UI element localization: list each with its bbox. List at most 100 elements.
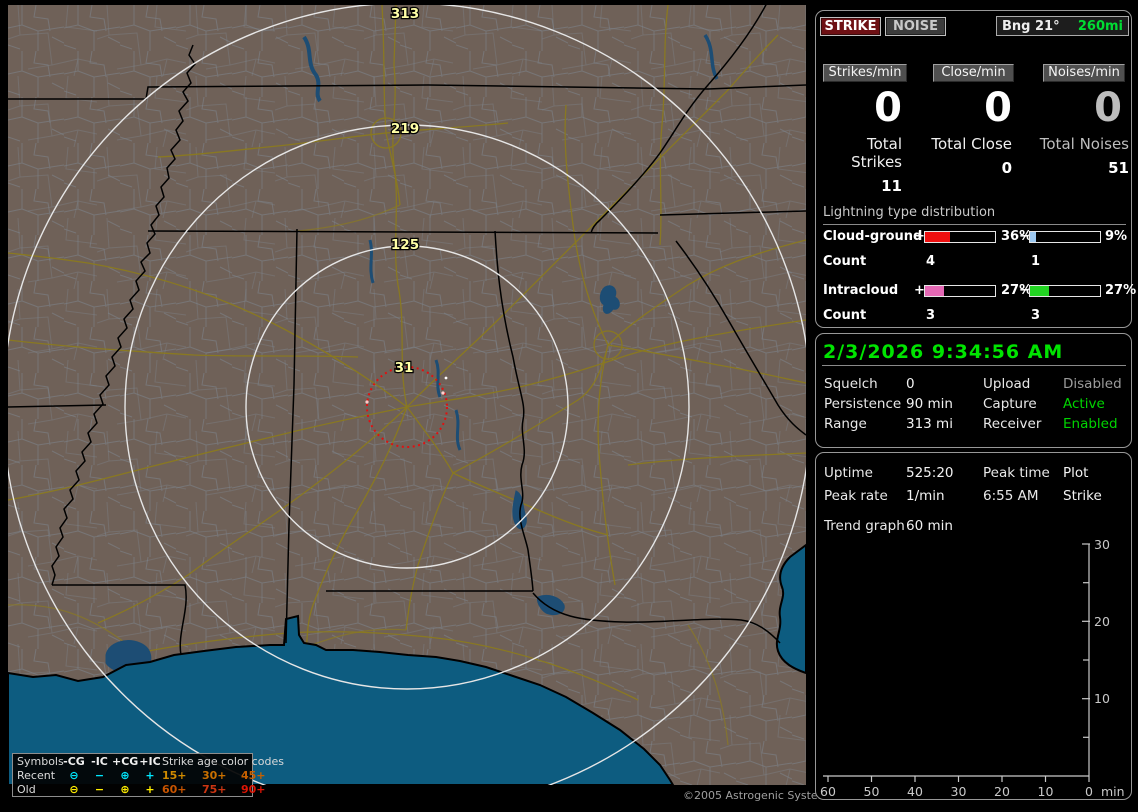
ic-minus-bar-fill [1030, 286, 1049, 296]
x-tick-10: 10 [1038, 784, 1054, 799]
symbol-legend: Symbols -CG -IC +CG +IC Strike age color… [12, 753, 284, 797]
age-75: 75+ [202, 783, 227, 796]
y-tick-10: 10 [1094, 691, 1110, 706]
cg-minus-bar [1029, 231, 1101, 243]
age-30: 30+ [202, 769, 227, 782]
age-15: 15+ [162, 769, 187, 782]
bearing-range-value: 260mi [1077, 18, 1123, 34]
total-noises-value: 51 [1108, 159, 1129, 177]
ic-minus-bar [1029, 285, 1101, 297]
age-45: 45+ [241, 769, 266, 782]
uptime-value: 525:20 [906, 465, 954, 481]
x-tick-0: 0 [1085, 784, 1093, 799]
neg-cg-recent-icon: ⊖ [69, 769, 79, 782]
legend-age-header: Strike age color codes [162, 755, 284, 768]
ic-plus-count: 3 [926, 308, 936, 323]
legend-symbols-header: Symbols [17, 755, 64, 768]
ring-label-31: 31 [395, 360, 414, 376]
noises-per-min-value: 0 [1094, 85, 1122, 131]
range-value: 313 mi [906, 416, 953, 432]
y-tick-30: 30 [1094, 537, 1110, 552]
cg-plus-bar [924, 231, 996, 243]
y-tick-20: 20 [1094, 614, 1110, 629]
x-tick-60: 60 [820, 784, 836, 799]
total-close-label: Total Close [931, 135, 1012, 153]
lightning-map[interactable]: 313 219 125 31 Symbols -CG -IC +CG +IC S… [8, 5, 806, 797]
legend-col-pcg: +CG [112, 755, 139, 768]
trend-axes [823, 543, 1090, 782]
cg-plus-bar-fill [925, 232, 951, 242]
legend-col-nic: -IC [91, 755, 108, 768]
noise-mode-button[interactable]: NOISE [885, 17, 946, 36]
cg-plus-count: 4 [926, 254, 936, 269]
cloud-ground-label: Cloud-ground [823, 229, 923, 244]
pos-cg-recent-icon: ⊕ [120, 769, 130, 782]
squelch-label: Squelch [824, 376, 878, 392]
ic-plus-bar [924, 285, 996, 297]
peak-rate-label: Peak rate [824, 488, 888, 504]
datetime-display: 2/3/2026 9:34:56 AM [823, 341, 1064, 363]
range-label: Range [824, 416, 867, 432]
distribution-title: Lightning type distribution [823, 205, 1126, 225]
cg-minus-pct: 9% [1105, 229, 1128, 244]
x-tick-50: 50 [864, 784, 880, 799]
legend-col-pic: +IC [139, 755, 161, 768]
persistence-value: 90 min [906, 396, 953, 412]
x-axis-unit: min [1101, 784, 1125, 799]
neg-ic-recent-icon: − [94, 769, 105, 782]
upload-label: Upload [983, 376, 1031, 392]
x-tick-20: 20 [994, 784, 1010, 799]
age-90: 90+ [241, 783, 266, 796]
capture-label: Capture [983, 396, 1037, 412]
legend-recent-label: Recent [17, 769, 56, 782]
strikes-per-min-header: Strikes/min [823, 64, 907, 82]
close-per-min-value: 0 [984, 85, 1012, 131]
total-close-value: 0 [1001, 159, 1012, 177]
trend-panel: Uptime 525:20 Peak time Plot Peak rate 1… [815, 452, 1132, 800]
copyright-text: ©2005 Astrogenic Systems [683, 789, 835, 802]
ic-plus-bar-fill [925, 286, 944, 296]
squelch-value: 0 [906, 376, 915, 392]
trend-graph: 30 20 10 60 50 40 30 20 10 0 min [820, 537, 1125, 799]
peak-rate-value: 1/min [906, 488, 945, 504]
ring-label-313: 313 [391, 6, 419, 22]
uptime-label: Uptime [824, 465, 873, 481]
receiver-label: Receiver [983, 416, 1042, 432]
legend-old-label: Old [17, 783, 36, 796]
cg-minus-bar-fill [1030, 232, 1037, 242]
intracloud-label: Intracloud [823, 283, 899, 298]
total-strikes-value: 11 [881, 177, 902, 195]
total-strikes-label: Total Strikes [851, 135, 902, 171]
noises-per-min-header: Noises/min [1043, 64, 1125, 82]
pos-ic-old-icon: + [145, 783, 155, 796]
bearing-value: Bng 21° [1002, 18, 1060, 34]
x-tick-40: 40 [907, 784, 923, 799]
persistence-label: Persistence [824, 396, 902, 412]
counters-panel: STRIKE NOISE Bng 21° 260mi Strikes/min C… [815, 10, 1136, 328]
x-tick-30: 30 [951, 784, 967, 799]
bearing-readout: Bng 21° 260mi [996, 16, 1129, 36]
capture-status: Active [1063, 396, 1105, 412]
divider [822, 365, 1126, 366]
neg-ic-old-icon: − [94, 783, 105, 796]
legend-col-ncg: -CG [63, 755, 85, 768]
status-panel: 2/3/2026 9:34:56 AM Squelch 0 Upload Dis… [815, 333, 1132, 448]
pos-ic-recent-icon: + [145, 769, 155, 782]
plot-label: Plot [1063, 465, 1089, 481]
plot-value: Strike [1063, 488, 1102, 504]
ring-label-125: 125 [391, 237, 419, 253]
strikes-per-min-value: 0 [874, 85, 902, 131]
pos-cg-old-icon: ⊕ [120, 783, 130, 796]
age-60: 60+ [162, 783, 187, 796]
trend-tick-labels: 30 20 10 60 50 40 30 20 10 0 min [820, 537, 1125, 799]
receiver-status: Enabled [1063, 416, 1118, 432]
neg-cg-old-icon: ⊖ [69, 783, 79, 796]
ic-minus-pct: 27% [1105, 283, 1137, 298]
peak-time-label: Peak time [983, 465, 1050, 481]
cg-minus-count: 1 [1031, 254, 1041, 269]
strike-mode-button[interactable]: STRIKE [820, 17, 881, 36]
cg-count-label: Count [823, 254, 867, 269]
close-per-min-header: Close/min [933, 64, 1014, 82]
ic-minus-count: 3 [1031, 308, 1041, 323]
total-noises-label: Total Noises [1039, 135, 1129, 153]
